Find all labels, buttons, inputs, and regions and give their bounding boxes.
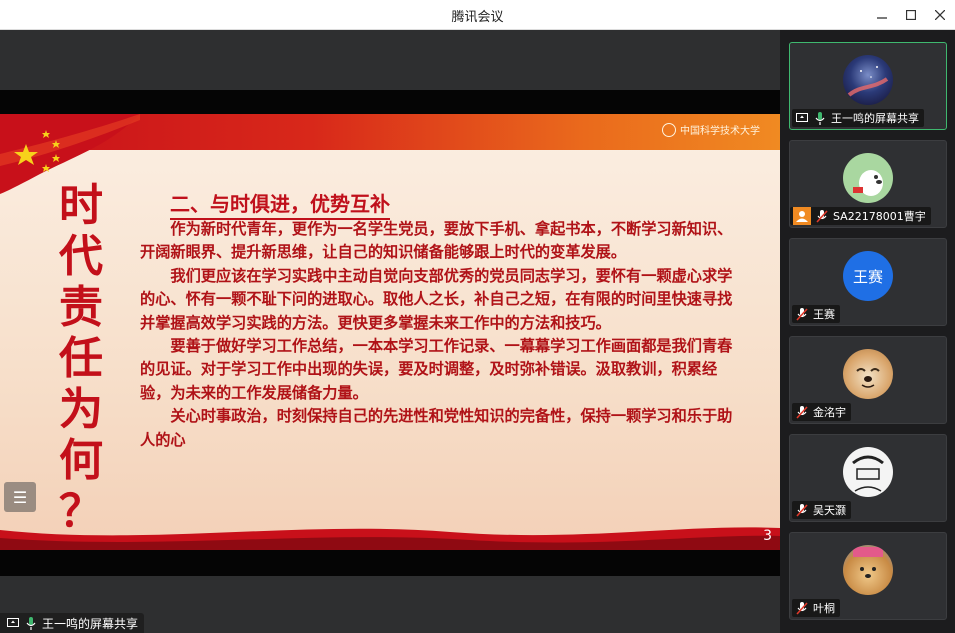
title-char: 为 [59, 384, 103, 435]
logo-text: 中国科学技术大学 [680, 126, 760, 137]
slide-bottom-wave [0, 527, 780, 550]
slide-page-number: 3 [763, 528, 772, 544]
close-icon[interactable] [930, 5, 950, 25]
title-char: 时 [59, 180, 103, 231]
title-char: 代 [59, 231, 103, 282]
university-logo: 中国科学技术大学 [662, 122, 760, 137]
minimize-icon[interactable] [872, 5, 892, 25]
slide-top-border [0, 90, 780, 114]
mic-muted-icon [815, 209, 829, 223]
participant-name: SA22178001曹宇 [833, 210, 926, 223]
participant-label: 叶桐 [792, 599, 840, 617]
slide-bottom-border [0, 550, 780, 576]
participant-label: 王赛 [792, 305, 840, 323]
participant-name: 吴天灏 [813, 504, 846, 517]
screen-share-icon [6, 616, 20, 630]
screen-share-icon [795, 111, 809, 125]
avatar: 王赛 [843, 251, 893, 301]
screen-share-label: 王一鸣的屏幕共享 [0, 613, 145, 633]
screen-top-band [0, 30, 780, 90]
avatar [843, 153, 893, 203]
share-label-text: 王一鸣的屏幕共享 [42, 616, 139, 631]
participant-tile[interactable]: 王赛 王赛 [789, 238, 947, 326]
slide-body: 作为新时代青年，更作为一名学生党员，要放下手机、拿起书本，不断学习新知识、开阔新… [140, 218, 740, 452]
mic-muted-icon [795, 601, 809, 615]
presentation-slide: 中国科学技术大学 时 代 责 任 为 何 ？ 二、与时俱进，优势互补 作为新时代… [0, 114, 780, 550]
shared-screen-area: 中国科学技术大学 时 代 责 任 为 何 ？ 二、与时俱进，优势互补 作为新时代… [0, 30, 780, 633]
window-title: 腾讯会议 [451, 10, 504, 25]
slide-paragraph: 我们更应该在学习实践中主动自觉向支部优秀的党员同志学习，要怀有一颗虚心求学的心、… [140, 266, 733, 332]
title-char: 何 [59, 435, 103, 486]
avatar [843, 545, 893, 595]
avatar [843, 55, 893, 105]
title-char: 责 [59, 282, 103, 333]
emblem-icon [662, 122, 676, 137]
avatar [843, 349, 893, 399]
slide-vertical-title: 时 代 责 任 为 何 ？ [52, 180, 110, 537]
participant-label: 王一鸣的屏幕共享 [792, 109, 924, 127]
title-char: 任 [59, 333, 103, 384]
mic-muted-icon [795, 405, 809, 419]
user-badge-icon [793, 207, 811, 225]
participant-name: 王赛 [813, 308, 835, 321]
participant-label: 金洺宇 [792, 403, 851, 421]
mic-muted-icon [795, 307, 809, 321]
participant-tile[interactable]: 吴天灏 [789, 434, 947, 522]
mic-on-icon [813, 111, 827, 125]
slide-paragraph: 作为新时代青年，更作为一名学生党员，要放下手机、拿起书本，不断学习新知识、开阔新… [140, 220, 733, 262]
mic-muted-icon [795, 503, 809, 517]
slide-heading: 二、与时俱进，优势互补 [170, 188, 390, 220]
participant-name: 叶桐 [813, 602, 835, 615]
participant-label: SA22178001曹宇 [790, 207, 931, 225]
participant-label: 吴天灏 [792, 501, 851, 519]
participant-tile[interactable]: 叶桐 [789, 532, 947, 620]
participant-tile[interactable]: SA22178001曹宇 [789, 140, 947, 228]
slide-paragraph: 关心时事政治，时刻保持自己的先进性和党性知识的完备性，保持一颗学习和乐于助人的心 [140, 407, 733, 449]
participant-tile[interactable]: 王一鸣的屏幕共享 [789, 42, 947, 130]
maximize-icon[interactable] [901, 5, 921, 25]
menu-icon[interactable]: ☰ [4, 482, 36, 512]
avatar [843, 447, 893, 497]
participant-name: 王一鸣的屏幕共享 [831, 112, 919, 125]
title-bar: 腾讯会议 [0, 0, 955, 30]
slide-paragraph: 要善于做好学习工作总结，一本本学习工作记录、一幕幕学习工作画面都是我们青春的见证… [140, 337, 733, 402]
participant-name: 金洺宇 [813, 406, 846, 419]
participant-tile[interactable]: 金洺宇 [789, 336, 947, 424]
mic-on-icon [24, 616, 38, 630]
